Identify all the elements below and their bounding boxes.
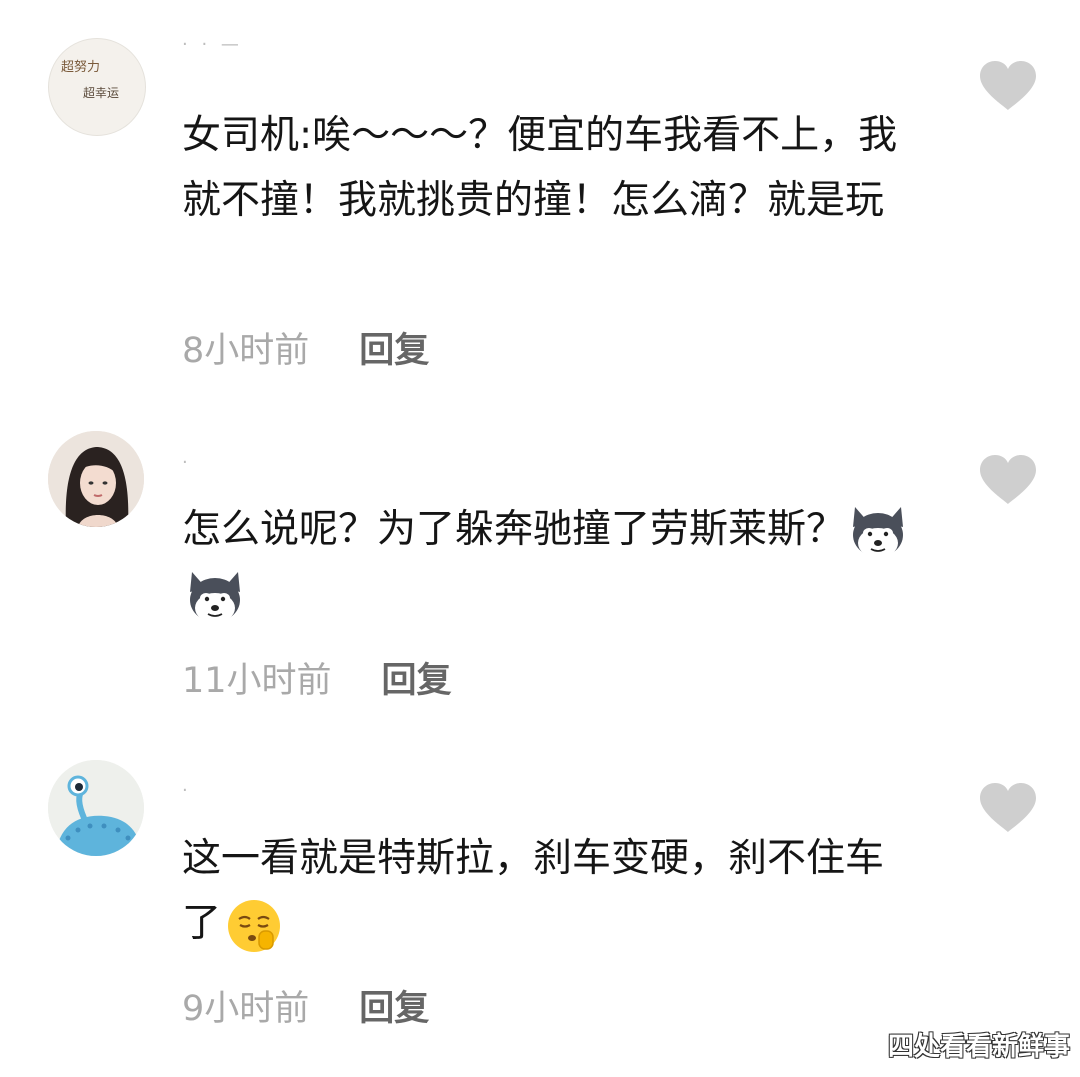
calligraphy-avatar-icon: 超努力 超幸运 [61, 60, 119, 100]
comment-meta: 9小时前 回复 [182, 983, 429, 1029]
comment-text: 怎么说呢？为了躲奔驰撞了劳斯莱斯？ [182, 497, 922, 627]
avatar[interactable] [48, 431, 144, 527]
timestamp: 11小时前 [182, 660, 332, 701]
avatar[interactable] [48, 760, 144, 856]
heart-icon[interactable] [978, 60, 1038, 112]
girl-photo-avatar-icon [48, 431, 144, 527]
comment-text: 这一看就是特斯拉，刹车变硬，刹不住车了 [182, 826, 922, 956]
username[interactable]: · [182, 780, 192, 801]
timestamp: 8小时前 [182, 330, 310, 371]
reply-button[interactable]: 回复 [359, 980, 429, 1031]
husky-dog-emoji-icon [190, 571, 240, 623]
heart-icon[interactable] [978, 782, 1038, 834]
username[interactable]: · [182, 452, 192, 473]
timestamp: 9小时前 [182, 988, 310, 1029]
husky-dog-emoji-icon [853, 506, 904, 558]
reply-button[interactable]: 回复 [382, 652, 452, 703]
blue-alien-avatar-icon [48, 760, 144, 856]
heart-icon[interactable] [978, 454, 1038, 506]
username[interactable]: · · — [182, 34, 243, 55]
shush-face-emoji-icon [228, 899, 281, 952]
svg-text:超幸运: 超幸运 [83, 85, 119, 100]
comment-text-content: 怎么说呢？为了躲奔驰撞了劳斯莱斯？ [182, 507, 846, 552]
reply-button[interactable]: 回复 [359, 322, 429, 373]
comment-text-content: 这一看就是特斯拉，刹车变硬，刹不住车了 [182, 836, 885, 946]
avatar[interactable]: 超努力 超幸运 [48, 38, 146, 136]
comment-meta: 11小时前 回复 [182, 655, 452, 701]
svg-text:超努力: 超努力 [61, 60, 100, 75]
comment-text: 女司机:唉～～～？便宜的车我看不上，我就不撞！我就挑贵的撞！怎么滴？就是玩 [182, 113, 898, 223]
watermark: 四处看看新鲜事 [887, 1032, 1070, 1062]
comment-meta: 8小时前 回复 [182, 325, 429, 371]
